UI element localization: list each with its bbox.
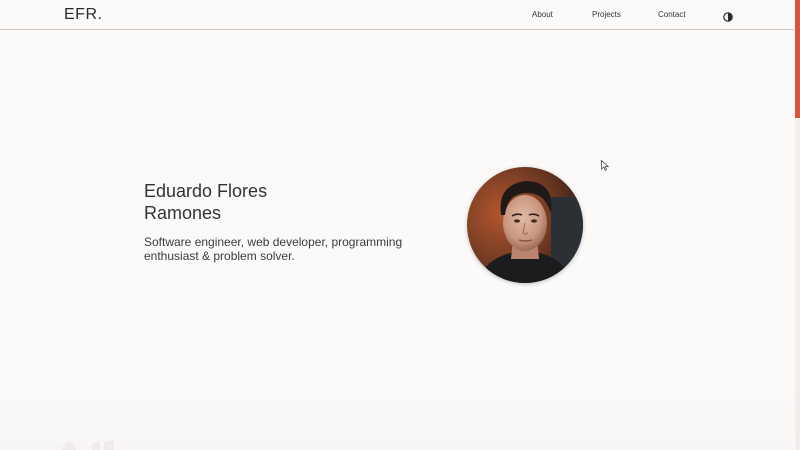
profile-avatar: [467, 167, 583, 283]
mouse-cursor-icon: [601, 160, 609, 171]
theme-toggle-button[interactable]: [723, 9, 733, 22]
page-scrollbar[interactable]: [795, 0, 800, 450]
nav-link-contact[interactable]: Contact: [658, 10, 686, 19]
hero-name: Eduardo Flores Ramones: [144, 180, 344, 224]
contrast-icon: [723, 12, 733, 22]
site-header: EFR. About Projects Contact: [0, 0, 794, 30]
nav-link-projects[interactable]: Projects: [592, 10, 621, 19]
profile-photo: [467, 167, 583, 283]
scroll-progress-indicator[interactable]: [795, 0, 800, 118]
hero-tagline: Software engineer, web developer, progra…: [144, 235, 403, 263]
nav-link-about[interactable]: About: [532, 10, 553, 19]
brand-logo[interactable]: EFR.: [64, 6, 102, 24]
hero-name-line1: Eduardo Flores: [144, 181, 268, 201]
hero-name-line2: Ramones: [144, 203, 222, 223]
next-section-heading-decoration: [61, 440, 114, 450]
portfolio-page: EFR. About Projects Contact Eduardo Flor…: [0, 0, 800, 450]
